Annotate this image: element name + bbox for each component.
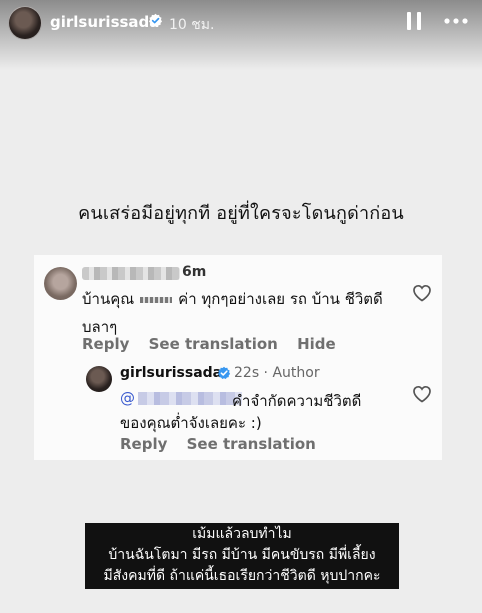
post-time: 10 ชม.: [169, 17, 215, 33]
reply-username: girlsurissada: [120, 365, 223, 381]
heart-outline-icon[interactable]: [412, 385, 432, 403]
comment-screenshot: 6m บ้านคุณ ค่า ทุกๆอย่างเลย รถ บ้าน ชีวิต…: [34, 255, 442, 460]
reply-text-line1: คำจำกัดความชีวิตดี: [232, 392, 362, 410]
mention-redaction: [138, 392, 242, 405]
verified-badge-icon: [148, 13, 163, 27]
comment-actions: Reply See translation Hide: [82, 335, 350, 353]
commenter-name-redacted: [82, 267, 180, 280]
reply-actions: Reply See translation: [120, 435, 330, 453]
reply-button[interactable]: Reply: [120, 435, 167, 453]
reply-button[interactable]: Reply: [82, 335, 129, 353]
reply-meta: 22s · Author: [234, 365, 320, 381]
reply-avatar: [86, 366, 112, 392]
bottom-caption-line3: มีสังคมที่ดี ถ้าแค่นี้เธอเรียกว่าชีวิตดี…: [103, 568, 381, 584]
bottom-caption-line1: เม้มแล้วลบทำไม: [192, 526, 292, 542]
comment-redaction: [140, 296, 173, 303]
comment-text-rest: ค่า ทุกๆอย่างเลย รถ บ้าน ชีวิตดี: [178, 290, 383, 308]
hide-button[interactable]: Hide: [297, 335, 336, 353]
verified-badge-icon: [217, 366, 231, 380]
comment-text-start: บ้านคุณ: [82, 290, 135, 308]
comment-age: 6m: [182, 264, 207, 280]
reply-mention: @: [120, 389, 242, 407]
pause-icon[interactable]: [403, 10, 425, 32]
username[interactable]: girlsurissada: [50, 13, 159, 31]
bottom-caption-box: เม้มแล้วลบทำไม บ้านฉันโตมา มีรถ มีบ้าน ม…: [85, 523, 399, 589]
story-caption: คนเสร่อมีอยู่ทุกที อยู่ที่ใครจะโดนกูด่าก…: [78, 203, 404, 224]
commenter-avatar: [44, 267, 77, 300]
mention-prefix: @: [120, 389, 135, 407]
reply-text-line2: ของคุณต่ำจังเลยคะ :): [120, 414, 262, 432]
profile-avatar[interactable]: [8, 6, 42, 40]
bottom-caption-line2: บ้านฉันโตมา มีรถ มีบ้าน มีคนขับรถ มีพี่เ…: [108, 547, 376, 563]
see-translation-button[interactable]: See translation: [149, 335, 278, 353]
comment-text-line1: บ้านคุณ ค่า ทุกๆอย่างเลย รถ บ้าน ชีวิตดี: [82, 287, 383, 311]
see-translation-button[interactable]: See translation: [187, 435, 316, 453]
heart-outline-icon[interactable]: [412, 284, 432, 302]
more-options-icon[interactable]: [441, 10, 471, 32]
